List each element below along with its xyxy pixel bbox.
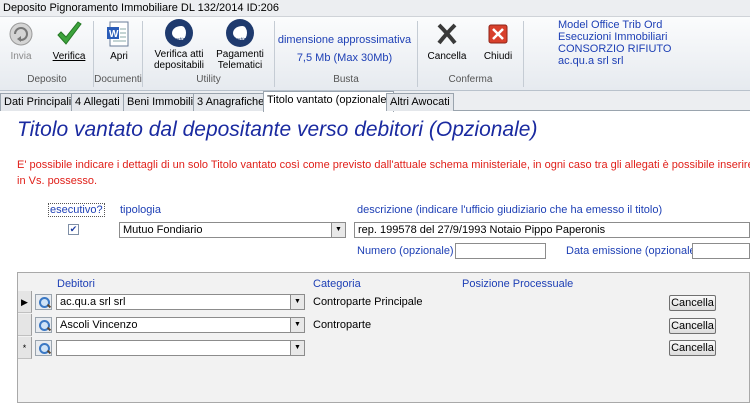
chevron-down-icon[interactable]: ▼ bbox=[290, 295, 304, 309]
model-info-line: CONSORZIO RIFIUTO bbox=[558, 43, 672, 55]
apri-button[interactable]: W Apri bbox=[104, 19, 134, 62]
busta-size-info: dimensione approssimativa 7,5 Mb (Max 30… bbox=[277, 31, 412, 67]
tab-titolo-vantato[interactable]: Titolo vantato (opzionale) bbox=[263, 91, 395, 112]
descrizione-input[interactable]: rep. 199578 del 27/9/1993 Notaio Pippo P… bbox=[354, 222, 750, 238]
chevron-down-icon[interactable]: ▼ bbox=[290, 318, 304, 332]
window-title: Deposito Pignoramento Immobiliare DL 132… bbox=[0, 0, 750, 17]
search-icon[interactable] bbox=[35, 317, 52, 333]
model-info-line: Esecuzioni Immobiliari bbox=[558, 31, 668, 43]
search-icon[interactable] bbox=[35, 294, 52, 310]
debitore-select[interactable]: Ascoli Vincenzo ▼ bbox=[56, 317, 305, 333]
info-note-line: E' possibile indicare i dettagli di un s… bbox=[17, 159, 750, 171]
verifica-label: Verifica bbox=[52, 51, 86, 62]
cancella-row-button[interactable]: Cancella bbox=[669, 295, 716, 311]
debitore-select[interactable]: ac.qu.a srl srl ▼ bbox=[56, 294, 305, 310]
busta-size: 7,5 Mb (Max 30Mb) bbox=[296, 52, 393, 64]
pagamenti-label-1: Pagamenti bbox=[216, 49, 264, 60]
group-label-deposito: Deposito bbox=[27, 74, 67, 85]
giustizia-icon: Giustizia bbox=[226, 19, 254, 47]
separator bbox=[523, 21, 524, 87]
tab-anagrafiche[interactable]: 3 Anagrafiche bbox=[193, 93, 269, 111]
search-icon[interactable] bbox=[35, 340, 52, 356]
svg-text:W: W bbox=[109, 29, 119, 40]
chevron-down-icon[interactable]: ▼ bbox=[290, 341, 304, 355]
debitore-value: Ascoli Vincenzo bbox=[60, 319, 138, 331]
page-title: Titolo vantato dal depositante verso deb… bbox=[17, 118, 538, 141]
chiudi-button[interactable]: Chiudi bbox=[482, 19, 514, 62]
column-header-posizione: Posizione Processuale bbox=[462, 278, 574, 290]
descrizione-label: descrizione (indicare l'ufficio giudizia… bbox=[357, 204, 663, 216]
tab-allegati[interactable]: 4 Allegati bbox=[71, 93, 124, 111]
row-selector[interactable] bbox=[18, 314, 32, 336]
verifica-button[interactable]: Verifica bbox=[51, 19, 87, 62]
group-label-busta: Busta bbox=[333, 74, 359, 85]
checkmark-icon bbox=[54, 19, 84, 49]
model-info-line: ac.qu.a srl srl bbox=[558, 55, 624, 67]
chevron-down-icon[interactable]: ▼ bbox=[331, 223, 345, 237]
tab-altri-avvocati[interactable]: Altri Awocati bbox=[386, 93, 454, 111]
categoria-value: Controparte bbox=[313, 319, 372, 331]
group-label-documenti: Documenti bbox=[94, 74, 142, 85]
numero-label: Numero (opzionale) bbox=[357, 245, 454, 257]
model-info: Model Office Trib Ord Esecuzioni Immobil… bbox=[558, 19, 671, 67]
esecutivo-label: esecutivo? bbox=[48, 203, 105, 217]
debitore-value: ac.qu.a srl srl bbox=[60, 296, 126, 308]
tab-bar: Dati Principali 4 Allegati Beni Immobili… bbox=[0, 91, 750, 112]
info-note-line: in Vs. possesso. bbox=[17, 175, 98, 187]
group-label-utility: Utility bbox=[196, 74, 221, 85]
numero-input[interactable] bbox=[455, 243, 546, 259]
invia-button[interactable]: Invia bbox=[6, 19, 36, 62]
row-selector-new[interactable]: * bbox=[18, 337, 32, 359]
model-info-line: Model Office Trib Ord bbox=[558, 19, 663, 31]
verifica-atti-label-1: Verifica atti bbox=[154, 49, 204, 60]
busta-label: dimensione approssimativa bbox=[277, 34, 412, 46]
cancella-row-button[interactable]: Cancella bbox=[669, 318, 716, 334]
tab-dati-principali[interactable]: Dati Principali bbox=[0, 93, 76, 111]
cancella-row-button[interactable]: Cancella bbox=[669, 340, 716, 356]
close-x-icon bbox=[432, 19, 462, 49]
chiudi-label: Chiudi bbox=[483, 51, 513, 62]
data-emissione-label: Data emissione (opzionale) bbox=[566, 245, 700, 257]
column-header-categoria: Categoria bbox=[313, 278, 361, 290]
apri-label: Apri bbox=[110, 51, 128, 62]
close-window-icon bbox=[483, 19, 513, 49]
row-selector-current[interactable]: ▶ bbox=[18, 291, 32, 313]
verifica-atti-button[interactable]: Giustizia Verifica atti depositabili bbox=[150, 19, 208, 71]
categoria-value: Controparte Principale bbox=[313, 296, 423, 308]
info-note: E' possibile indicare i dettagli di un s… bbox=[17, 157, 750, 189]
tab-beni-immobili[interactable]: Beni Immobili bbox=[123, 93, 198, 111]
giustizia-icon: Giustizia bbox=[165, 19, 193, 47]
cancella-label: Cancella bbox=[427, 51, 467, 62]
esecutivo-checkbox[interactable]: ✔ bbox=[68, 224, 79, 235]
word-document-icon: W bbox=[104, 19, 134, 49]
pagamenti-label-2: Telematici bbox=[217, 60, 263, 71]
ribbon-toolbar: Invia Verifica W Apri Giustizia Verifica… bbox=[0, 17, 750, 91]
tipologia-label: tipologia bbox=[120, 204, 161, 216]
group-label-conferma: Conferma bbox=[448, 74, 493, 85]
column-header-debitori: Debitori bbox=[57, 278, 95, 290]
debitore-select[interactable]: ▼ bbox=[56, 340, 305, 356]
send-icon bbox=[6, 19, 36, 49]
data-emissione-input[interactable] bbox=[692, 243, 750, 259]
cancella-button[interactable]: Cancella bbox=[427, 19, 467, 62]
tipologia-select[interactable]: Mutuo Fondiario ▼ bbox=[119, 222, 346, 238]
pagamenti-telematici-button[interactable]: Giustizia Pagamenti Telematici bbox=[212, 19, 268, 71]
verifica-atti-label-2: depositabili bbox=[153, 60, 205, 71]
invia-label: Invia bbox=[10, 51, 32, 62]
tipologia-value: Mutuo Fondiario bbox=[123, 224, 203, 236]
debitori-grid: Debitori Categoria Posizione Processuale… bbox=[17, 272, 750, 403]
